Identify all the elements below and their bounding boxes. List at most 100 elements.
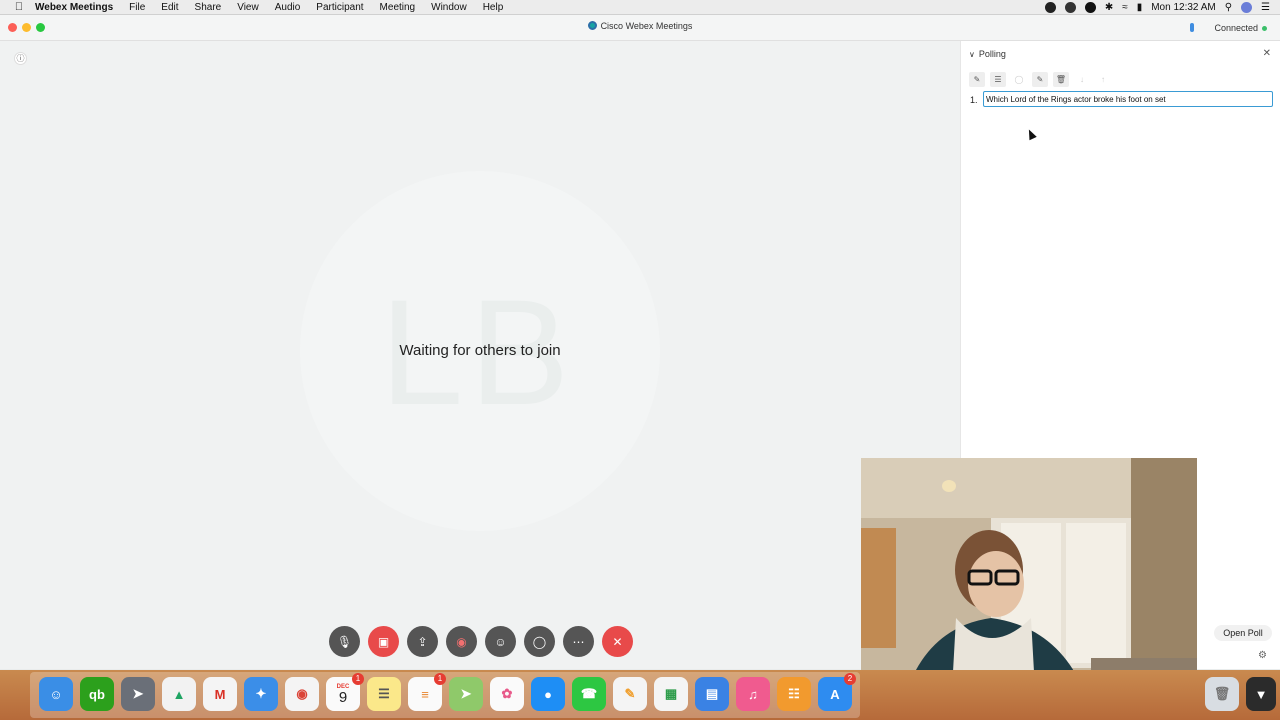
creative-cloud-icon[interactable] bbox=[1064, 1, 1076, 13]
leave-meeting-button[interactable]: ✕ bbox=[602, 626, 633, 657]
polling-title: Polling bbox=[978, 49, 1006, 59]
battery-icon[interactable]: ▮ bbox=[1137, 2, 1143, 13]
polling-header[interactable]: ∨ Polling bbox=[969, 49, 1006, 59]
app-store-icon[interactable]: A2 bbox=[818, 673, 856, 711]
launchpad-icon[interactable]: ➤ bbox=[121, 677, 155, 711]
add-question-button[interactable]: ✎ bbox=[969, 72, 985, 87]
pages-icon[interactable]: ✎ bbox=[613, 677, 647, 711]
close-icon: ✕ bbox=[612, 634, 623, 649]
reminders-badge: 1 bbox=[434, 673, 446, 685]
window-title-text: Cisco Webex Meetings bbox=[600, 21, 693, 31]
menu-bar:  Webex Meetings File Edit Share View Au… bbox=[0, 0, 1280, 15]
poll-toolbar: ✎ ☰ ◯ ✎ 🗑 ↓ ↑ bbox=[969, 72, 1111, 87]
delete-button[interactable]: 🗑 bbox=[1053, 72, 1069, 87]
siri-icon[interactable] bbox=[1241, 1, 1253, 13]
calendar-badge: 1 bbox=[352, 673, 364, 685]
mute-button[interactable]: 🎙 bbox=[329, 626, 360, 657]
add-question-icon: ✎ bbox=[973, 75, 981, 84]
menu-share[interactable]: Share bbox=[195, 2, 222, 13]
circle-icon: ◯ bbox=[1014, 75, 1024, 84]
meeting-controls: 🎙 ▣ ⇪ ◉ ☺ ◯ ⋯ ✕ bbox=[329, 626, 633, 657]
photos-icon[interactable]: ✿ bbox=[490, 677, 524, 711]
connection-status: Connected bbox=[1214, 23, 1258, 33]
gmail-icon[interactable]: M bbox=[203, 677, 237, 711]
question-input[interactable] bbox=[983, 91, 1273, 107]
wifi-icon[interactable]: ≈ bbox=[1122, 2, 1128, 13]
search-icon[interactable]: ⚲ bbox=[1225, 2, 1232, 13]
menu-meeting[interactable]: Meeting bbox=[380, 2, 416, 13]
record-icon: ◉ bbox=[456, 634, 467, 649]
connected-dot-icon bbox=[1262, 26, 1267, 31]
menu-view[interactable]: View bbox=[237, 2, 259, 13]
video-button[interactable]: ▣ bbox=[368, 626, 399, 657]
change-type-button[interactable]: ◯ bbox=[1011, 72, 1027, 87]
waiting-message: Waiting for others to join bbox=[399, 342, 561, 359]
edit-button[interactable]: ✎ bbox=[1032, 72, 1048, 87]
menu-audio[interactable]: Audio bbox=[275, 2, 301, 13]
facetime-icon[interactable]: ☎ bbox=[572, 677, 606, 711]
participants-button[interactable]: ☺ bbox=[485, 626, 516, 657]
trash-icon: 🗑 bbox=[1055, 75, 1067, 84]
google-drive-icon[interactable]: ▲ bbox=[162, 677, 196, 711]
webex-logo-icon bbox=[587, 21, 597, 30]
close-panel-icon[interactable]: ✕ bbox=[1263, 48, 1271, 59]
keynote-icon[interactable]: ▤ bbox=[695, 677, 729, 711]
gear-icon[interactable]: ⚙ bbox=[1258, 650, 1267, 661]
status-area: ✱ ≈ ▮ Mon 12:32 AM ⚲ ☰ bbox=[1044, 0, 1270, 14]
notification-center-icon[interactable]: ☰ bbox=[1261, 2, 1270, 13]
menu-edit[interactable]: Edit bbox=[161, 2, 178, 13]
mic-off-icon: 🎙 bbox=[336, 634, 353, 649]
participants-icon: ☺ bbox=[494, 634, 507, 649]
quickbooks-icon[interactable]: qb bbox=[80, 677, 114, 711]
chat-button[interactable]: ◯ bbox=[524, 626, 555, 657]
title-bar: Cisco Webex Meetings Connected bbox=[0, 15, 1280, 41]
add-answer-button[interactable]: ☰ bbox=[990, 72, 1006, 87]
chrome-icon[interactable]: ◉ bbox=[285, 677, 319, 711]
calendar-icon[interactable]: DEC 9 1 bbox=[326, 673, 364, 711]
question-number: 1. bbox=[970, 95, 978, 105]
share-icon: ⇪ bbox=[417, 634, 428, 649]
window-title: Cisco Webex Meetings bbox=[0, 21, 1280, 31]
info-icon[interactable]: ⓘ bbox=[14, 52, 27, 65]
numbers-icon[interactable]: ▦ bbox=[654, 677, 688, 711]
bluetooth-icon[interactable]: ✱ bbox=[1105, 2, 1113, 13]
clock[interactable]: Mon 12:32 AM bbox=[1151, 2, 1215, 13]
trash-icon[interactable]: 🗑 bbox=[1205, 677, 1239, 711]
maps-icon[interactable]: ➤ bbox=[449, 677, 483, 711]
menu-participant[interactable]: Participant bbox=[316, 2, 363, 13]
open-poll-button[interactable]: Open Poll bbox=[1214, 625, 1272, 641]
apple-icon[interactable]:  bbox=[13, 1, 25, 13]
menu-app-name[interactable]: Webex Meetings bbox=[35, 2, 113, 13]
mic-level-icon bbox=[1190, 23, 1194, 32]
finder-icon[interactable]: ☺ bbox=[39, 677, 73, 711]
menu-file[interactable]: File bbox=[129, 2, 145, 13]
itunes-icon[interactable]: ♫ bbox=[736, 677, 770, 711]
move-down-button[interactable]: ↓ bbox=[1074, 72, 1090, 87]
reminders-icon[interactable]: ≡ 1 bbox=[408, 673, 446, 711]
messages-icon[interactable]: ● bbox=[531, 677, 565, 711]
more-button[interactable]: ⋯ bbox=[563, 626, 594, 657]
sync-icon[interactable] bbox=[1084, 1, 1096, 13]
books-icon[interactable]: ☷ bbox=[777, 677, 811, 711]
chat-icon: ◯ bbox=[532, 634, 547, 649]
pencil-icon: ✎ bbox=[1036, 75, 1044, 84]
arrow-up-icon: ↑ bbox=[1101, 75, 1105, 84]
appstore-badge: 2 bbox=[844, 673, 856, 685]
status-app-icon[interactable] bbox=[1044, 1, 1056, 13]
menu-window[interactable]: Window bbox=[431, 2, 467, 13]
record-button[interactable]: ◉ bbox=[446, 626, 477, 657]
menu-help[interactable]: Help bbox=[483, 2, 504, 13]
calendar-day: 9 bbox=[338, 688, 348, 706]
move-up-button[interactable]: ↑ bbox=[1095, 72, 1111, 87]
safari-icon[interactable]: ✦ bbox=[244, 677, 278, 711]
more-icon: ⋯ bbox=[572, 634, 585, 649]
chevron-down-icon: ∨ bbox=[969, 50, 975, 59]
meeting-stage: ⓘ LB Waiting for others to join bbox=[0, 41, 960, 669]
video-off-icon: ▣ bbox=[377, 634, 390, 649]
share-button[interactable]: ⇪ bbox=[407, 626, 438, 657]
arrow-down-icon: ↓ bbox=[1080, 75, 1084, 84]
app-menu: Webex Meetings File Edit Share View Audi… bbox=[35, 2, 519, 13]
notes-icon[interactable]: ☰ bbox=[367, 677, 401, 711]
add-answer-icon: ☰ bbox=[994, 75, 1002, 84]
downloads-stack-icon[interactable]: ▼ bbox=[1246, 677, 1276, 711]
